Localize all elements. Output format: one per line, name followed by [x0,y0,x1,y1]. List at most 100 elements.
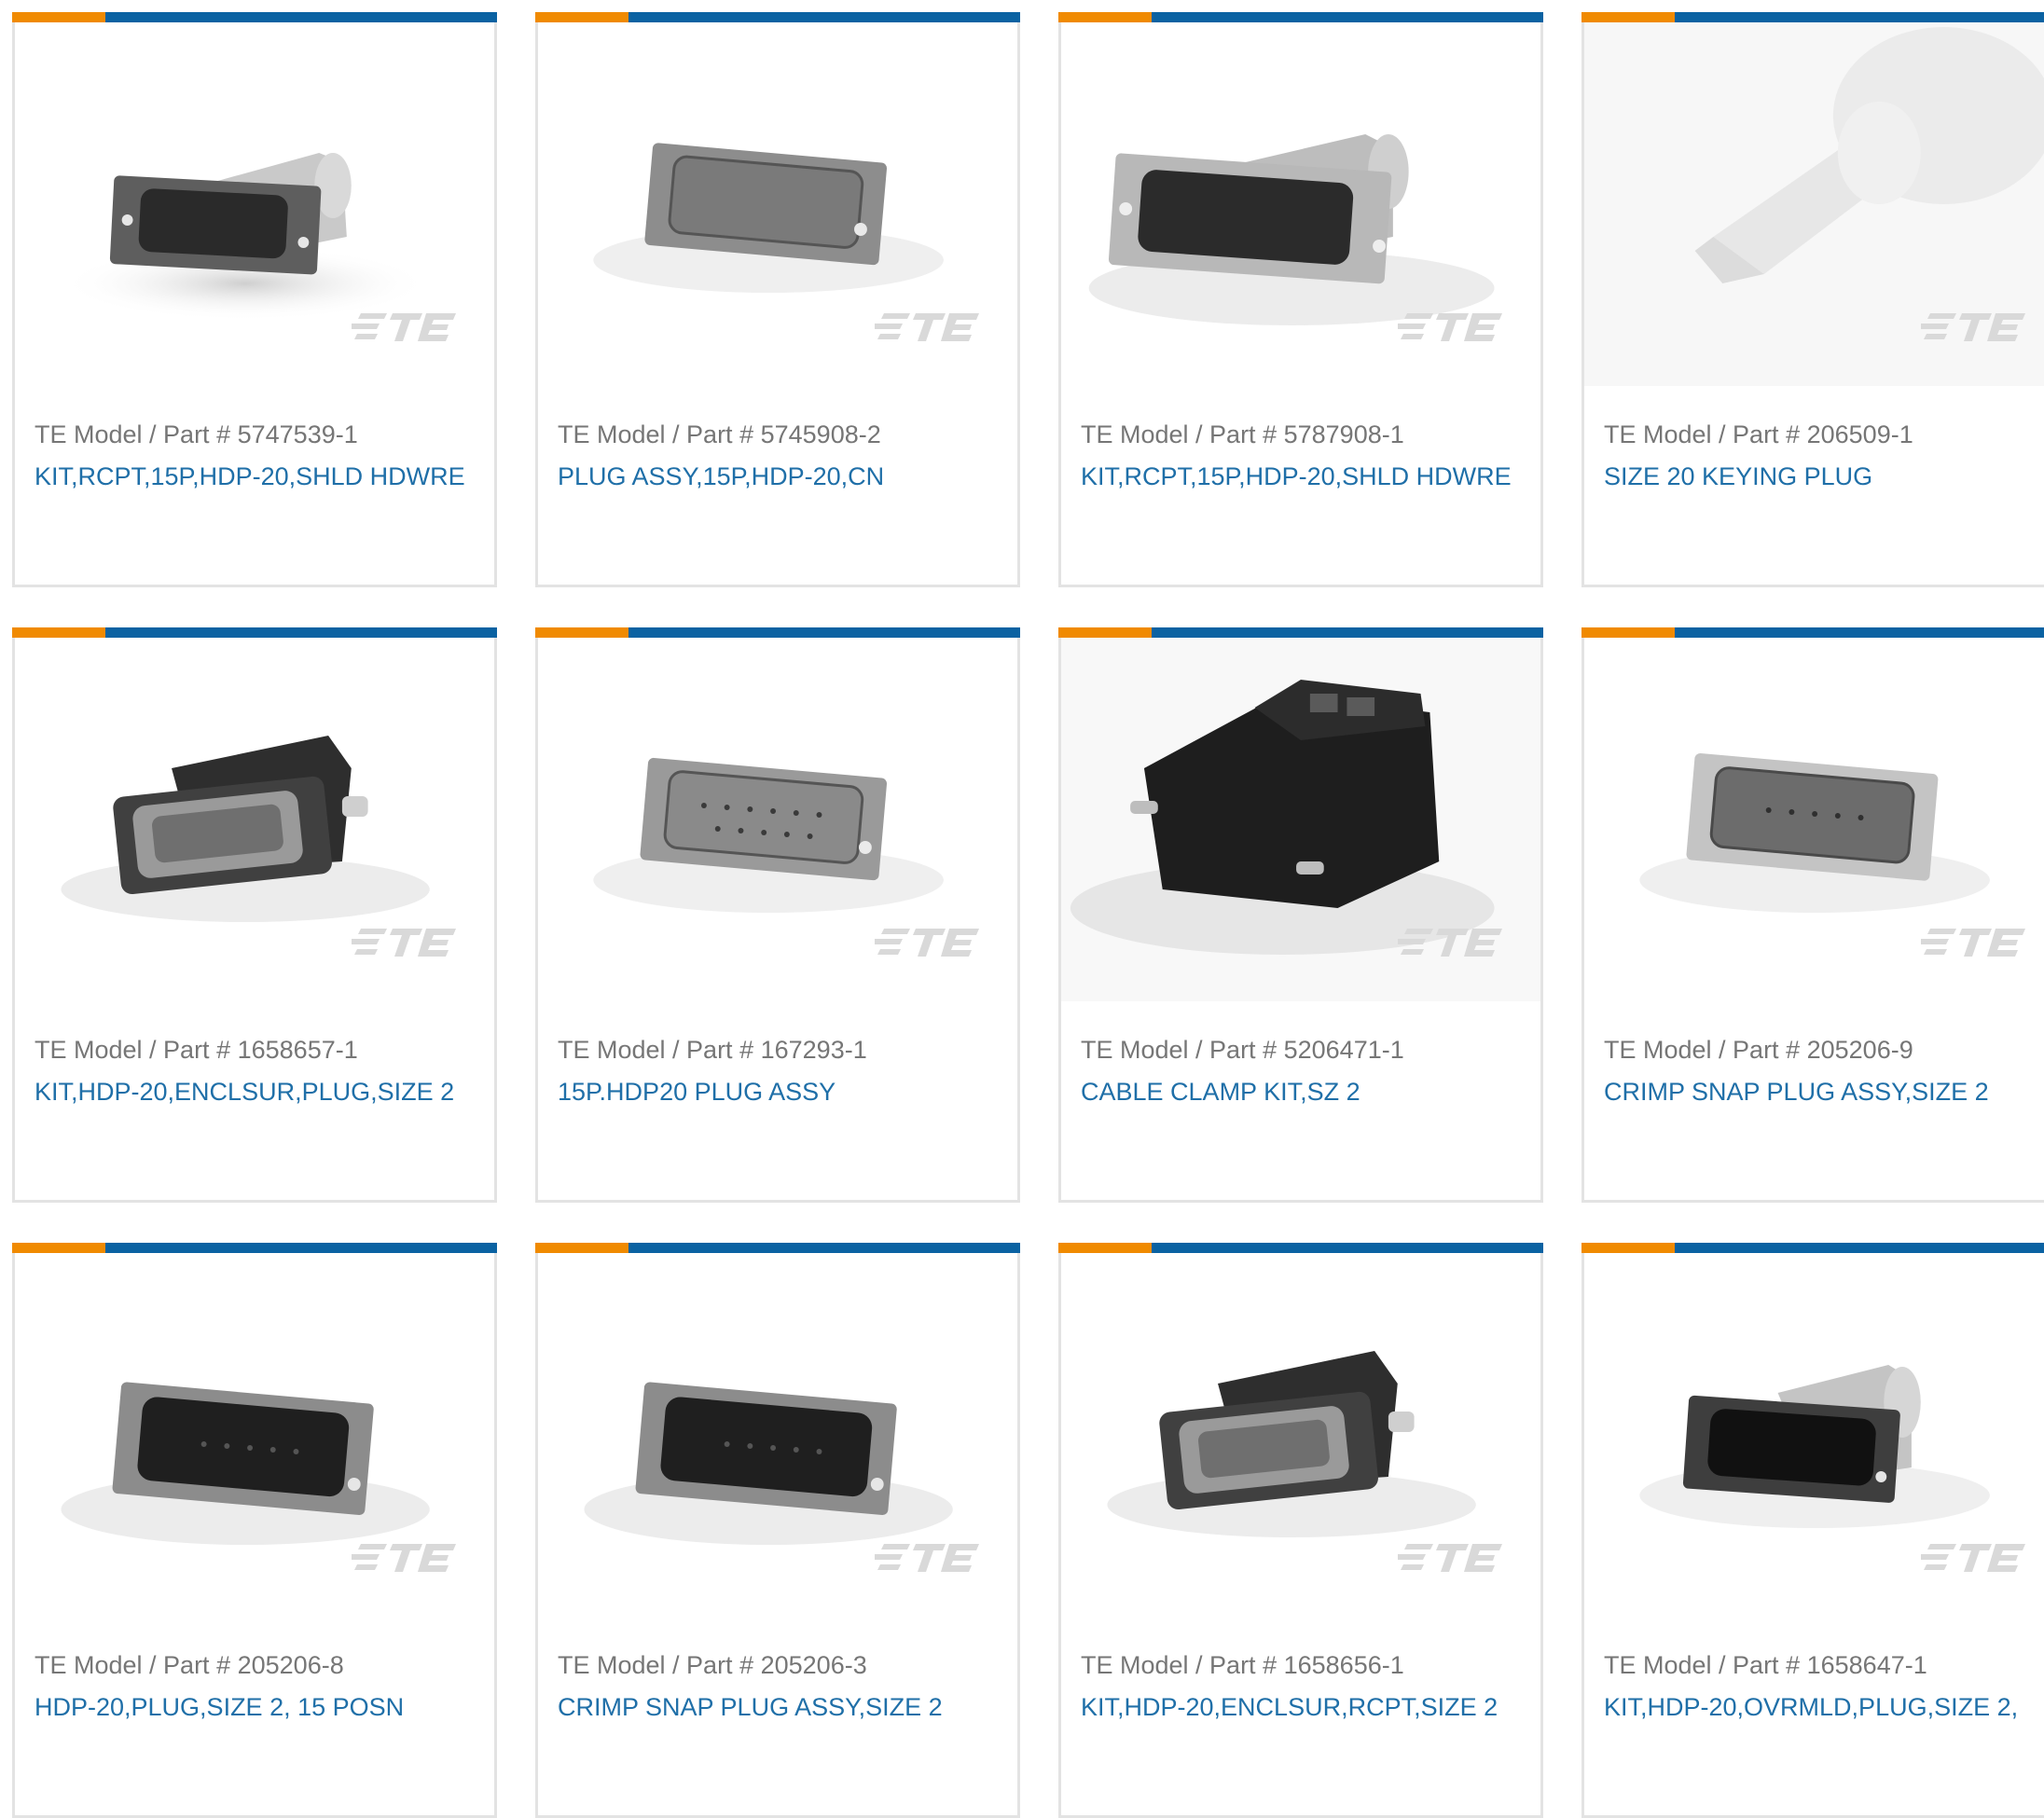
product-image-d-sub-black-enclosure[interactable] [1061,1253,1540,1617]
accent-blue-segment [1152,1243,1543,1253]
te-logo-watermark [1398,1542,1505,1574]
card-accent-bar [12,627,497,638]
part-label-prefix: TE Model / Part # [558,1036,754,1064]
card-accent-bar [535,627,1020,638]
product-image-d-sub-plug-chrome[interactable] [1584,638,2044,1001]
part-number-value: 205206-8 [237,1651,344,1679]
product-description-link[interactable]: KIT,HDP-20,ENCLSUR,RCPT,SIZE 2 [1081,1693,1498,1722]
part-label-prefix: TE Model / Part # [35,1651,231,1679]
part-number-label: TE Model / Part # 5787908-1 [1081,420,1404,449]
product-description-link[interactable]: KIT,HDP-20,ENCLSUR,PLUG,SIZE 2 [35,1078,454,1107]
part-label-prefix: TE Model / Part # [1604,1036,1801,1064]
product-card-6[interactable]: TE Model / Part # 167293-1 15P.HDP20 PLU… [535,627,1020,1203]
part-label-prefix: TE Model / Part # [558,420,754,448]
product-card-5[interactable]: TE Model / Part # 1658657-1 KIT,HDP-20,E… [12,627,497,1203]
part-label-prefix: TE Model / Part # [35,1036,231,1064]
product-grid: TE Model / Part # 5747539-1 KIT,RCPT,15P… [12,12,2044,1818]
part-number-value: 205206-3 [760,1651,867,1679]
accent-blue-segment [1675,627,2044,638]
product-image-d-sub-plug-shell[interactable] [538,22,1017,386]
product-image-white-keying-plug[interactable] [1584,22,2044,386]
part-label-prefix: TE Model / Part # [1081,1651,1278,1679]
product-description-link[interactable]: CRIMP SNAP PLUG ASSY,SIZE 2 [558,1693,943,1722]
product-card-8[interactable]: TE Model / Part # 205206-9 CRIMP SNAP PL… [1581,627,2044,1203]
te-logo-watermark [352,927,459,958]
product-image-d-sub-plug-black-insert[interactable] [538,1253,1017,1617]
accent-orange-segment [1581,12,1675,22]
product-card-10[interactable]: TE Model / Part # 205206-3 CRIMP SNAP PL… [535,1243,1020,1818]
product-card-3[interactable]: TE Model / Part # 5787908-1 KIT,RCPT,15P… [1058,12,1543,587]
product-description-link[interactable]: KIT,RCPT,15P,HDP-20,SHLD HDWRE [1081,462,1512,491]
part-number-label: TE Model / Part # 1658656-1 [1081,1651,1404,1680]
accent-orange-segment [1058,12,1152,22]
te-logo-watermark [875,927,982,958]
part-number-value: 5206471-1 [1283,1036,1404,1064]
te-logo-watermark [352,1542,459,1574]
product-image-black-cable-clamp-hood[interactable] [1061,638,1540,1001]
part-number-value: 1658647-1 [1806,1651,1927,1679]
accent-orange-segment [1581,627,1675,638]
accent-orange-segment [535,627,628,638]
card-accent-bar [535,12,1020,22]
accent-blue-segment [628,627,1020,638]
product-card-4[interactable]: TE Model / Part # 206509-1 SIZE 20 KEYIN… [1581,12,2044,587]
accent-orange-segment [535,12,628,22]
product-description-link[interactable]: KIT,HDP-20,OVRMLD,PLUG,SIZE 2, [1604,1693,2018,1722]
part-label-prefix: TE Model / Part # [1604,420,1801,448]
product-image-d-sub-receptacle-metal-backshell-large[interactable] [1061,22,1540,386]
te-logo-watermark [1921,1542,2028,1574]
card-accent-bar [12,12,497,22]
accent-blue-segment [1675,1243,2044,1253]
card-accent-bar [1581,1243,2044,1253]
te-logo-watermark [1398,927,1505,958]
accent-blue-segment [1675,12,2044,22]
accent-orange-segment [1058,1243,1152,1253]
accent-blue-segment [1152,627,1543,638]
part-number-label: TE Model / Part # 205206-8 [35,1651,344,1680]
part-number-value: 1658657-1 [237,1036,358,1064]
product-description-link[interactable]: 15P.HDP20 PLUG ASSY [558,1078,836,1107]
product-card-9[interactable]: TE Model / Part # 205206-8 HDP-20,PLUG,S… [12,1243,497,1818]
product-image-d-sub-plug-shell-pins[interactable] [538,638,1017,1001]
part-number-value: 206509-1 [1806,420,1913,448]
part-label-prefix: TE Model / Part # [1604,1651,1801,1679]
product-description-link[interactable]: SIZE 20 KEYING PLUG [1604,462,1872,491]
part-number-label: TE Model / Part # 5745908-2 [558,420,881,449]
product-card-2[interactable]: TE Model / Part # 5745908-2 PLUG ASSY,15… [535,12,1020,587]
part-number-label: TE Model / Part # 5206471-1 [1081,1036,1404,1065]
part-number-label: TE Model / Part # 5747539-1 [35,420,358,449]
part-number-label: TE Model / Part # 206509-1 [1604,420,1913,449]
product-description-link[interactable]: HDP-20,PLUG,SIZE 2, 15 POSN [35,1693,404,1722]
part-number-value: 205206-9 [1806,1036,1913,1064]
te-logo-watermark [875,311,982,343]
product-card-7[interactable]: TE Model / Part # 5206471-1 CABLE CLAMP … [1058,627,1543,1203]
product-card-11[interactable]: TE Model / Part # 1658656-1 KIT,HDP-20,E… [1058,1243,1543,1818]
product-image-d-sub-plug-black-insert[interactable] [15,1253,494,1617]
card-accent-bar [1058,1243,1543,1253]
te-logo-watermark [352,311,459,343]
product-card-1[interactable]: TE Model / Part # 5747539-1 KIT,RCPT,15P… [12,12,497,587]
card-accent-bar [1058,12,1543,22]
te-logo-watermark [1398,311,1505,343]
product-image-d-sub-overmold-plug[interactable] [1584,1253,2044,1617]
accent-blue-segment [1152,12,1543,22]
product-description-link[interactable]: KIT,RCPT,15P,HDP-20,SHLD HDWRE [35,462,465,491]
part-number-label: TE Model / Part # 1658657-1 [35,1036,358,1065]
accent-blue-segment [628,1243,1020,1253]
product-description-link[interactable]: PLUG ASSY,15P,HDP-20,CN [558,462,884,491]
product-image-d-sub-receptacle-metal-backshell[interactable] [15,22,494,386]
card-accent-bar [1581,627,2044,638]
part-label-prefix: TE Model / Part # [35,420,231,448]
part-number-value: 5745908-2 [760,420,881,448]
accent-orange-segment [1581,1243,1675,1253]
accent-orange-segment [1058,627,1152,638]
te-logo-watermark [1921,927,2028,958]
product-card-12[interactable]: TE Model / Part # 1658647-1 KIT,HDP-20,O… [1581,1243,2044,1818]
product-image-d-sub-black-enclosure[interactable] [15,638,494,1001]
product-description-link[interactable]: CABLE CLAMP KIT,SZ 2 [1081,1078,1360,1107]
part-number-label: TE Model / Part # 167293-1 [558,1036,867,1065]
card-accent-bar [1581,12,2044,22]
part-number-value: 167293-1 [760,1036,867,1064]
product-description-link[interactable]: CRIMP SNAP PLUG ASSY,SIZE 2 [1604,1078,1989,1107]
accent-orange-segment [12,1243,105,1253]
